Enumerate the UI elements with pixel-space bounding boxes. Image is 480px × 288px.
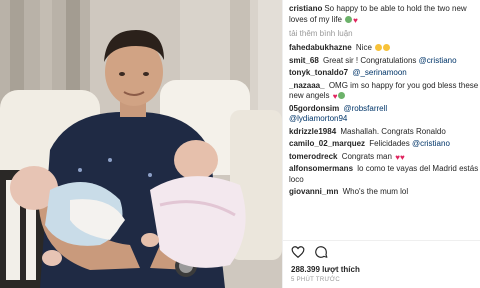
comment-item: tonyk_tonaldo7 @_serinamoon <box>289 68 479 79</box>
comment-username[interactable]: 05gordonsim <box>289 104 339 113</box>
smile-emoji-icon <box>383 44 391 51</box>
comment-username[interactable]: alfonsomermans <box>289 164 353 173</box>
likes-count[interactable]: 288.399 lượt thích <box>291 265 360 274</box>
comment-mention-link[interactable]: @lydiamorton94 <box>289 114 347 123</box>
photo-illustration <box>0 0 282 288</box>
action-icons <box>291 245 328 261</box>
comment-text: Who's the mum lol <box>342 187 409 196</box>
post-photo[interactable] <box>0 0 282 288</box>
comment-text: Felicidades <box>369 139 410 148</box>
comment-username[interactable]: tonyk_tonaldo7 <box>289 68 348 77</box>
comment-item: tomerodreck Congrats man ♥♥ <box>289 152 479 163</box>
comment-username[interactable]: giovanni_mn <box>289 187 338 196</box>
comment-item: smit_68 Great sir ! Congratulations @cri… <box>289 56 479 67</box>
heart-emoji-icon: ♥♥ <box>395 152 405 162</box>
comment-item: 05gordonsim @robsfarrell @lydiamorton94 <box>289 104 479 125</box>
comment-text: Great sir ! Congratulations <box>323 55 417 65</box>
comment-item: fahedabukhazne Nice <box>289 43 479 54</box>
comment-mention-link[interactable]: @cristiano <box>412 139 450 148</box>
post-actions: 288.399 lượt thích 5 phút trước <box>283 240 480 288</box>
comment-mention-link[interactable]: @_serinamoon <box>352 68 406 77</box>
praying-emoji-icon <box>338 92 346 99</box>
comment-username[interactable]: kdrizzle1984 <box>289 127 336 136</box>
comment-item: _nazaaa_ OMG im so happy for you god ble… <box>289 81 479 102</box>
comment-mention-link[interactable]: @cristiano <box>419 56 457 65</box>
comment-mention-link[interactable]: @robsfarrell <box>343 104 387 113</box>
praying-emoji-icon <box>345 15 353 23</box>
comment-item: camilo_02_marquez Felicidades @cristiano <box>289 139 479 150</box>
heart-emoji-icon: ♥ <box>353 15 358 25</box>
heart-eyes-emoji-icon <box>375 44 383 51</box>
comment-item: kdrizzle1984 Mashallah. Congrats Ronaldo <box>289 127 479 138</box>
comment-username[interactable]: tomerodreck <box>289 152 337 161</box>
comment-text: Nice <box>355 43 372 52</box>
load-more-comments-link[interactable]: tải thêm bình luận <box>289 28 479 39</box>
comment-username[interactable]: camilo_02_marquez <box>289 139 365 148</box>
comment-text: Mashallah. Congrats Ronaldo <box>340 126 446 136</box>
comment-username[interactable]: _nazaaa_ <box>289 81 325 90</box>
heart-icon[interactable] <box>291 245 305 259</box>
comment-icon[interactable] <box>314 245 328 259</box>
comment-item: alfonsomermans lo como te vayas del Madr… <box>289 164 479 185</box>
caption-username[interactable]: cristiano <box>289 4 322 13</box>
comment-item: giovanni_mn Who's the mum lol <box>289 187 479 198</box>
comments-panel: cristiano So happy to be able to hold the… <box>282 0 480 288</box>
post-caption: cristiano So happy to be able to hold the… <box>289 4 479 25</box>
instagram-post: cristiano So happy to be able to hold the… <box>0 0 480 288</box>
comment-list: cristiano So happy to be able to hold the… <box>289 4 479 238</box>
heart-emoji-icon: ♥ <box>332 92 338 101</box>
comment-username[interactable]: fahedabukhazne <box>289 43 352 52</box>
post-timestamp: 5 phút trước <box>291 277 340 283</box>
comment-username[interactable]: smit_68 <box>289 56 319 65</box>
comment-text: Congrats man <box>341 151 392 161</box>
